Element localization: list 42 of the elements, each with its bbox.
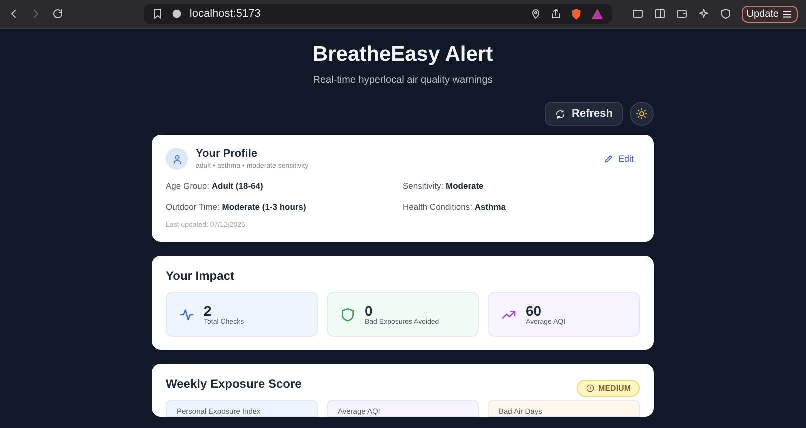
refresh-icon	[555, 108, 566, 120]
location-pin-icon[interactable]	[530, 8, 542, 20]
stat-value: 0	[365, 303, 373, 319]
alert-circle-icon	[586, 384, 595, 393]
menu-icon	[782, 8, 793, 20]
sun-icon	[636, 108, 648, 120]
shield-icon[interactable]	[720, 7, 732, 21]
field-label: Sensitivity:	[403, 181, 444, 191]
bookmark-icon[interactable]	[152, 8, 164, 20]
field-label: Health Conditions:	[403, 202, 472, 212]
section-title: Your Impact	[166, 269, 236, 283]
reload-icon[interactable]	[52, 7, 64, 21]
sidebar-icon[interactable]	[654, 7, 666, 21]
sparkle-icon[interactable]	[698, 7, 710, 21]
stat-value: 60	[526, 303, 543, 319]
stat-value: 2	[204, 303, 212, 319]
refresh-button[interactable]: Refresh	[545, 102, 623, 126]
field-value: Moderate (1-3 hours)	[222, 202, 306, 212]
window-icon[interactable]	[632, 7, 644, 21]
address-bar[interactable]: localhost:5173	[144, 4, 612, 24]
share-icon[interactable]	[550, 8, 562, 20]
profile-title: Your Profile	[196, 148, 259, 160]
app-title: BreatheEasy Alert	[312, 43, 494, 67]
app-subtitle: Real-time hyperlocal air quality warnings	[312, 75, 494, 86]
lion-shield-icon[interactable]	[570, 8, 583, 20]
user-icon	[172, 154, 182, 164]
field-label: Outdoor Time:	[166, 202, 220, 212]
url-text: localhost:5173	[190, 8, 262, 20]
field-value: Adult (18-64)	[212, 181, 264, 191]
risk-badge: MEDIUM	[576, 380, 640, 397]
field-value: Asthma	[474, 202, 506, 212]
theme-toggle-button[interactable]	[630, 102, 654, 126]
edit-button[interactable]: Edit	[598, 153, 640, 165]
pulse-icon	[179, 306, 195, 322]
pencil-icon	[604, 154, 614, 164]
field-value: Moderate	[446, 181, 484, 191]
field-label: Age Group:	[166, 181, 210, 191]
update-button[interactable]: Update	[742, 6, 798, 22]
shield-icon	[340, 306, 356, 322]
section-title: Weekly Exposure Score	[166, 377, 302, 391]
info-icon	[172, 9, 182, 19]
triangle-icon[interactable]	[590, 8, 604, 20]
